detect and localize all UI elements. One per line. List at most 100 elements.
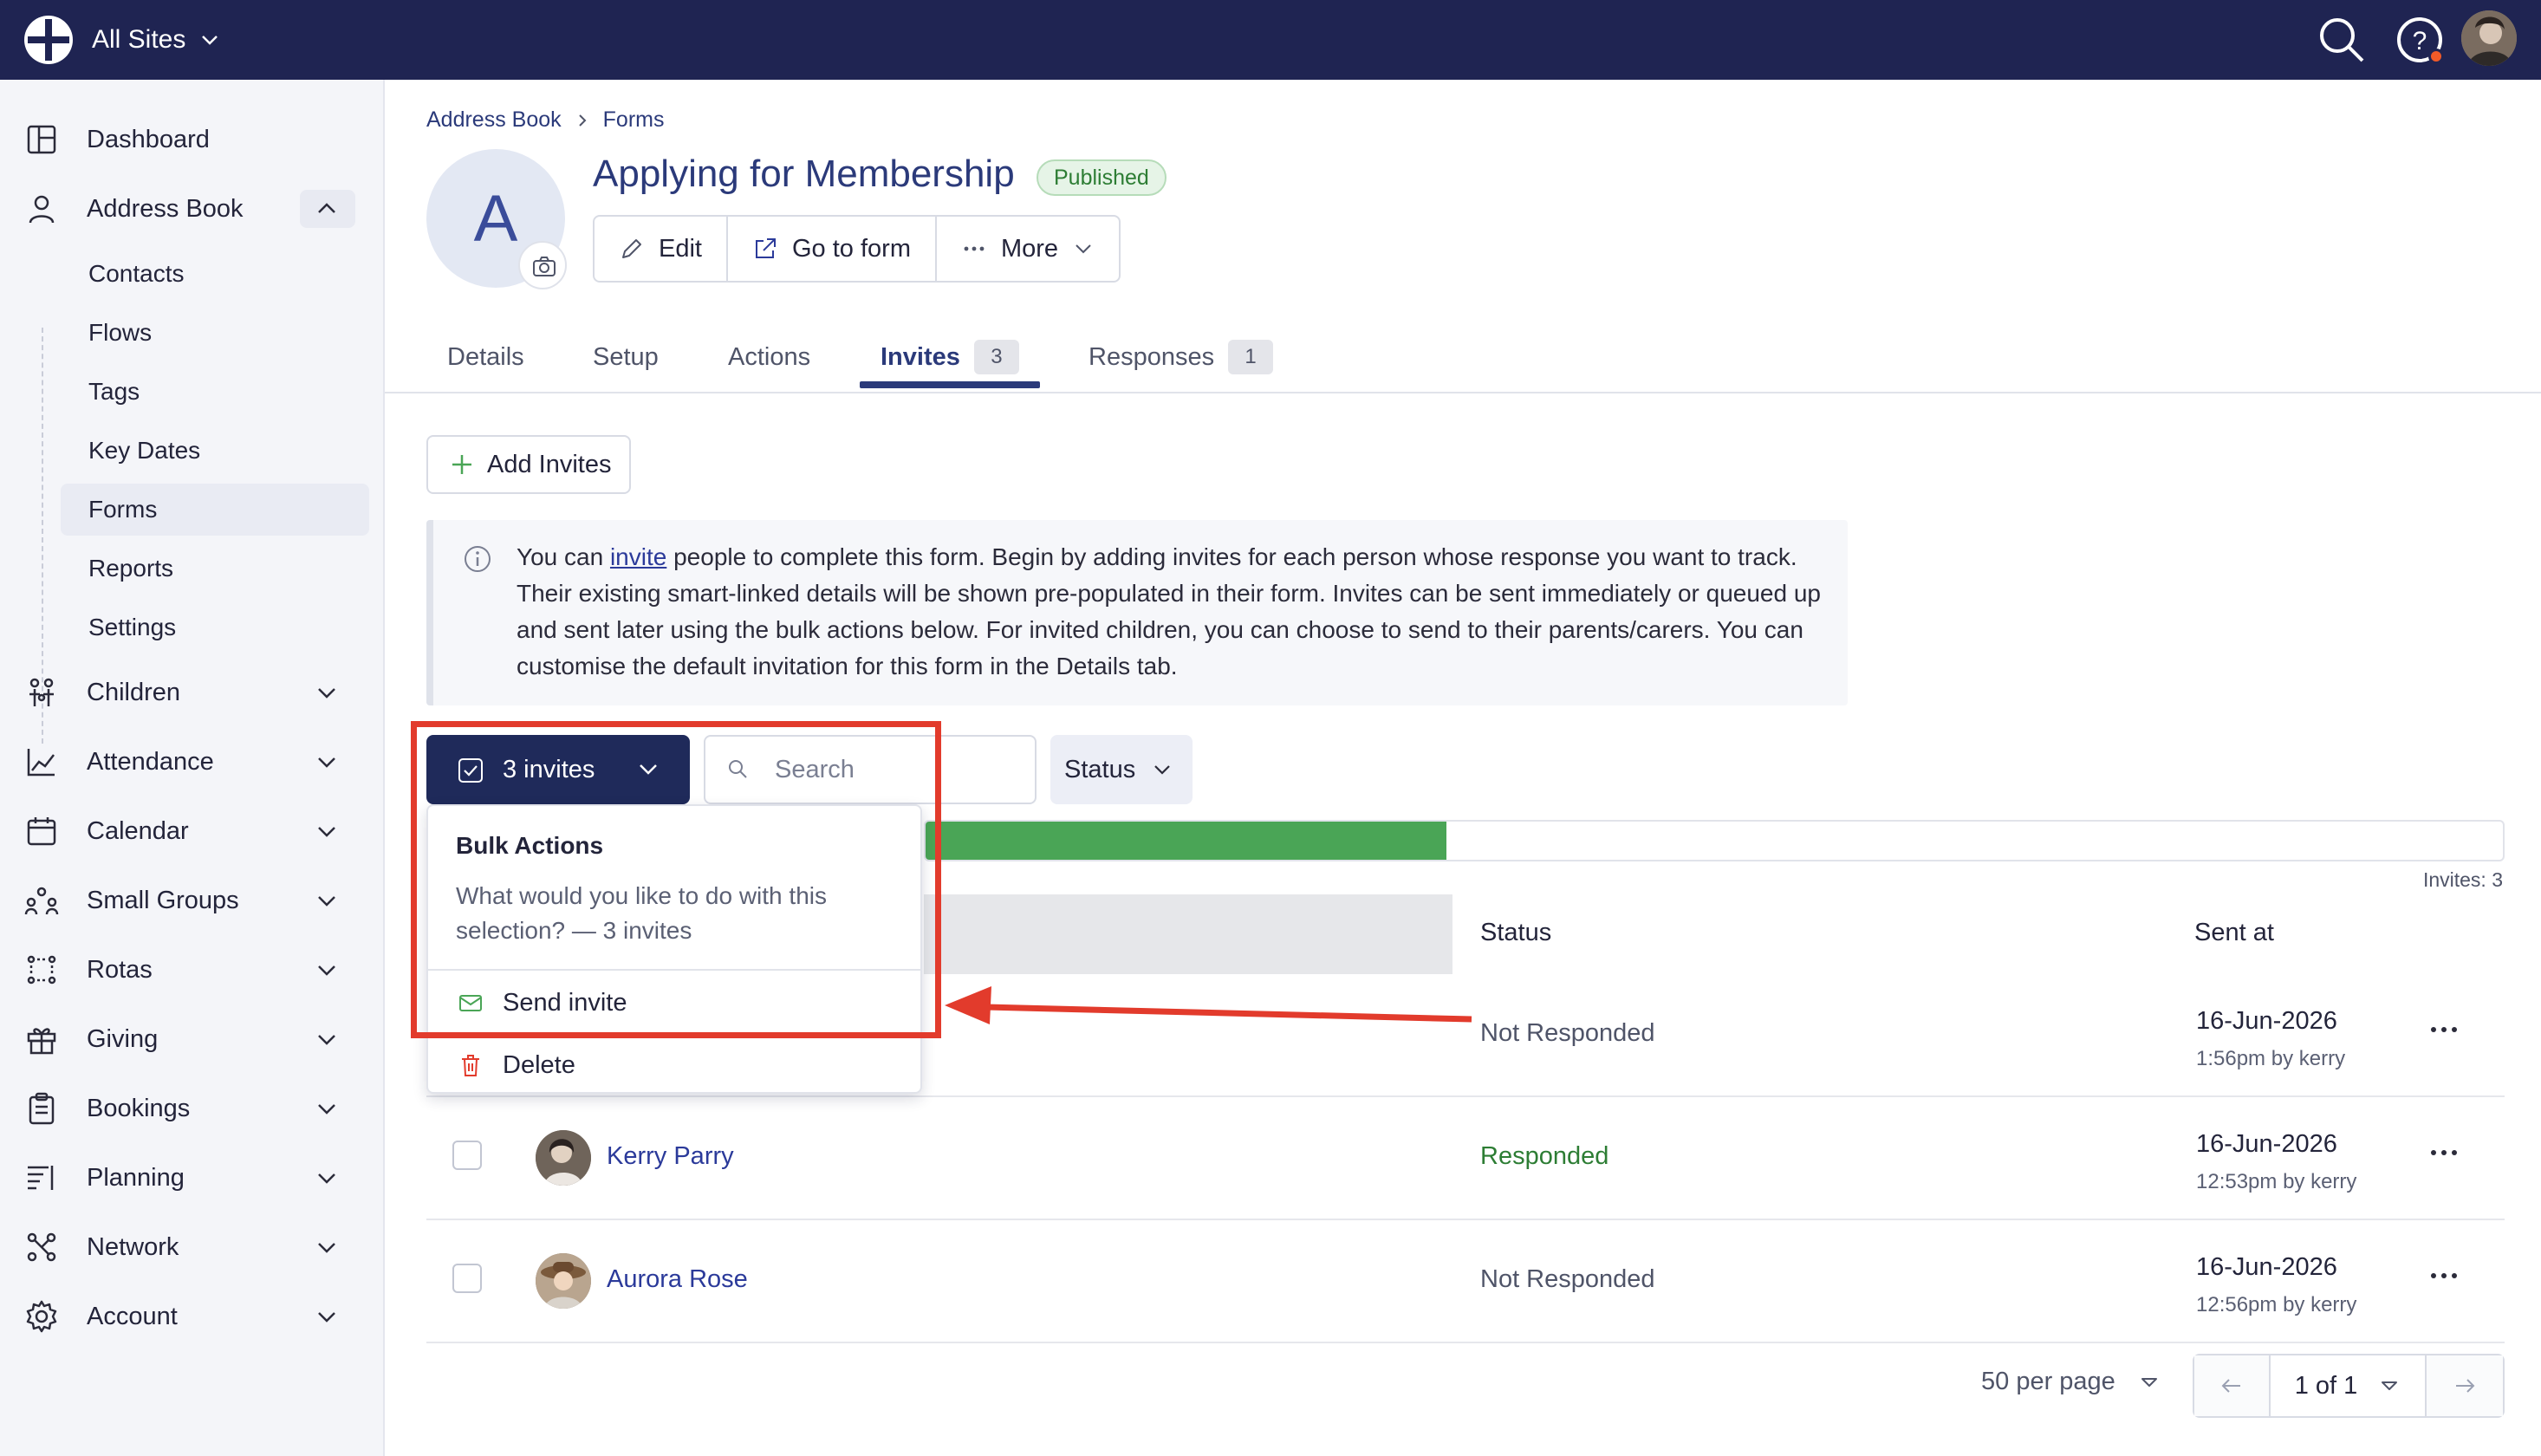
chevron-down-icon	[318, 1312, 335, 1323]
header-status[interactable]: Status	[1480, 919, 1551, 947]
top-bar: All Sites ?	[0, 0, 2541, 80]
sidebar-item-label: Children	[87, 678, 180, 706]
chevron-down-icon	[1154, 765, 1170, 775]
sidebar-subitem-key-dates[interactable]: Key Dates	[61, 425, 369, 477]
annotation-highlight-box	[411, 721, 941, 1038]
annotation-arrow-icon	[945, 986, 1472, 1024]
camera-icon	[533, 257, 556, 276]
more-button[interactable]: More	[937, 217, 1119, 281]
per-page-select[interactable]: 50 per page	[1981, 1368, 2161, 1396]
row-date: 16-Jun-2026	[2196, 1253, 2337, 1281]
change-image-button[interactable]	[518, 241, 567, 289]
tab-actions[interactable]: Actions	[728, 321, 810, 393]
plus-icon	[452, 455, 471, 474]
chevron-up-icon	[318, 203, 335, 213]
info-text: You can invite people to complete this f…	[517, 539, 1834, 685]
ellipsis-icon[interactable]	[2425, 1011, 2463, 1049]
sidebar-item-bookings[interactable]: Bookings	[0, 1078, 385, 1139]
breadcrumb-forms[interactable]: Forms	[603, 107, 665, 133]
site-switcher-label: All Sites	[92, 25, 186, 54]
sidebar-item-calendar[interactable]: Calendar	[0, 801, 385, 861]
chevron-down-icon	[318, 965, 335, 976]
add-invites-button[interactable]: Add Invites	[426, 435, 631, 494]
sidebar-item-dashboard[interactable]: Dashboard	[0, 109, 385, 170]
status-badge: Published	[1037, 159, 1167, 196]
sidebar-item-account[interactable]: Account	[0, 1286, 385, 1347]
sidebar-item-network[interactable]: Network	[0, 1217, 385, 1277]
row-sent-by: 12:53pm by kerry	[2196, 1170, 2357, 1193]
network-icon	[27, 1232, 56, 1262]
sidebar-item-small-groups[interactable]: Small Groups	[0, 870, 385, 931]
row-checkbox[interactable]	[452, 1264, 482, 1293]
trash-icon	[462, 1055, 479, 1076]
ellipsis-icon[interactable]	[2425, 1134, 2463, 1172]
edit-label: Edit	[659, 234, 702, 263]
row-date: 16-Jun-2026	[2196, 1007, 2337, 1035]
external-link-icon	[755, 238, 776, 258]
sidebar-subitem-flows[interactable]: Flows	[61, 307, 369, 359]
tab-responses[interactable]: Responses 1	[1089, 321, 1274, 393]
search-icon[interactable]	[2316, 14, 2368, 66]
dashboard-icon	[27, 125, 56, 154]
ellipsis-icon[interactable]	[2425, 1257, 2463, 1295]
logo-icon[interactable]	[23, 14, 75, 66]
header-name-column[interactable]	[924, 894, 1452, 974]
page-title: Applying for Membership	[593, 153, 1015, 195]
sidebar-item-planning[interactable]: Planning	[0, 1147, 385, 1208]
table-row[interactable]: Aurora Rose Not Responded 16-Jun-2026 12…	[426, 1220, 2505, 1343]
info-callout: You can invite people to complete this f…	[426, 520, 1848, 705]
page-indicator: 1 of 1	[2294, 1371, 2358, 1400]
gift-icon	[27, 1028, 56, 1055]
status-filter-label: Status	[1064, 755, 1136, 783]
go-to-form-button[interactable]: Go to form	[728, 217, 937, 281]
sidebar-subitem-tags[interactable]: Tags	[61, 366, 369, 418]
header-sent-at[interactable]: Sent at	[2194, 919, 2274, 947]
next-page-button[interactable]	[2427, 1355, 2503, 1416]
sidebar-item-label: Giving	[87, 1024, 159, 1053]
delete-menu-item[interactable]: Delete	[428, 1035, 920, 1095]
row-name[interactable]: Aurora Rose	[607, 1265, 748, 1294]
page-select[interactable]: 1 of 1	[2271, 1355, 2427, 1416]
row-name[interactable]: Kerry Parry	[607, 1142, 734, 1171]
progress-fill	[926, 822, 1446, 860]
tab-details[interactable]: Details	[447, 321, 524, 393]
rotas-icon	[27, 955, 56, 985]
sidebar-item-label: Rotas	[87, 955, 153, 984]
sidebar-subitem-settings[interactable]: Settings	[61, 601, 369, 653]
sidebar-subitem-contacts[interactable]: Contacts	[61, 248, 369, 300]
sidebar-item-giving[interactable]: Giving	[0, 1009, 385, 1069]
tab-setup[interactable]: Setup	[593, 321, 659, 393]
chevron-right-icon	[578, 114, 587, 127]
delete-label: Delete	[503, 1050, 575, 1079]
sidebar-item-address-book[interactable]: Address Book	[0, 179, 385, 239]
chevron-down-icon	[1076, 244, 1091, 254]
sidebar-subitem-reports[interactable]: Reports	[61, 543, 369, 595]
sidebar-item-attendance[interactable]: Attendance	[0, 731, 385, 792]
children-icon	[29, 678, 54, 706]
tab-label: Responses	[1089, 342, 1215, 371]
chevron-down-icon	[318, 896, 335, 907]
user-avatar[interactable]	[2461, 10, 2517, 66]
tab-bar: Details Setup Actions Invites 3 Response…	[385, 321, 2541, 393]
row-checkbox[interactable]	[452, 1141, 482, 1170]
chevron-down-icon	[318, 827, 335, 837]
chart-icon	[27, 749, 55, 777]
tab-label: Actions	[728, 342, 811, 371]
breadcrumb-address-book[interactable]: Address Book	[426, 107, 562, 133]
sidebar-item-label: Attendance	[87, 747, 214, 776]
row-sent-by: 1:56pm by kerry	[2196, 1047, 2346, 1070]
row-date: 16-Jun-2026	[2196, 1130, 2337, 1158]
sidebar-item-rotas[interactable]: Rotas	[0, 939, 385, 1000]
table-row[interactable]: Kerry Parry Responded 16-Jun-2026 12:53p…	[426, 1097, 2505, 1220]
invite-link[interactable]: invite	[610, 543, 666, 570]
sidebar-item-children[interactable]: Children	[0, 662, 385, 723]
row-status: Not Responded	[1480, 1019, 1655, 1047]
previous-page-button[interactable]	[2194, 1355, 2271, 1416]
status-filter-button[interactable]: Status	[1050, 735, 1193, 804]
sidebar-subitem-forms[interactable]: Forms	[61, 484, 369, 536]
edit-button[interactable]: Edit	[595, 217, 728, 281]
site-switcher[interactable]: All Sites	[92, 21, 220, 59]
avatar	[536, 1130, 591, 1186]
active-tab-indicator	[860, 381, 1040, 388]
row-status: Responded	[1480, 1142, 1609, 1170]
